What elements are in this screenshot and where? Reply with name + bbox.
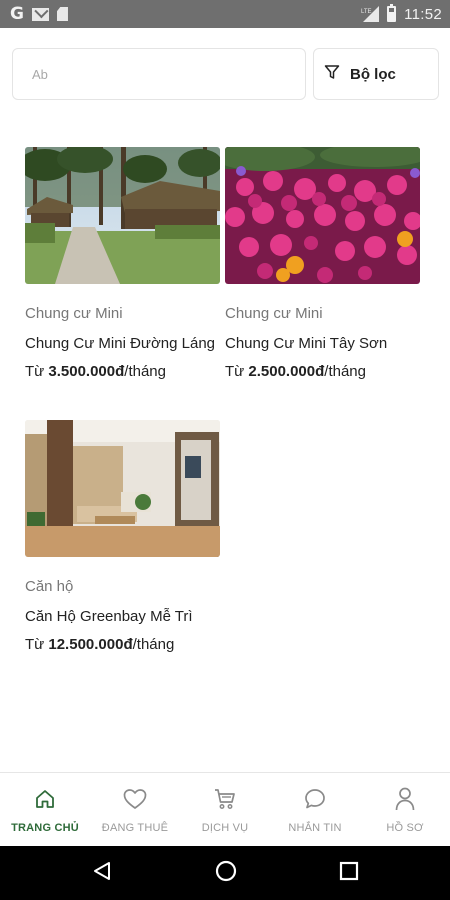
battery-icon	[387, 4, 397, 22]
network-label: LTE	[361, 9, 372, 15]
status-bar: G LTE 11:52	[0, 0, 450, 28]
chat-icon	[303, 786, 327, 812]
listing-category: Chung cư Mini	[25, 305, 123, 322]
status-left: G	[10, 4, 68, 24]
nav-item-renting[interactable]: ĐANG THUÊ	[90, 773, 180, 846]
price-prefix: Từ	[25, 636, 49, 653]
price-value: 3.500.000đ	[48, 363, 125, 380]
person-icon	[394, 786, 416, 812]
filter-label: Bộ lọc	[350, 65, 396, 83]
price-prefix: Từ	[225, 363, 249, 380]
listing-card[interactable]: Chung cư Mini Chung Cư Mini Tây Sơn Từ 2…	[225, 147, 420, 381]
google-icon: G	[10, 4, 24, 24]
listing-name[interactable]: Chung Cư Mini Đường Láng	[25, 334, 220, 354]
nav-label: HỒ SƠ	[386, 822, 424, 834]
listing-card[interactable]: Chung cư Mini Chung Cư Mini Đường Láng T…	[25, 147, 220, 381]
cart-icon	[213, 786, 237, 812]
listing-name[interactable]: Căn Hộ Greenbay Mễ Trì	[25, 607, 220, 627]
signal-icon: LTE	[361, 6, 380, 22]
home-icon	[34, 786, 56, 812]
system-navigation-bar	[0, 846, 450, 900]
listing-card[interactable]: Căn hộ Căn Hộ Greenbay Mễ Trì Từ 12.500.…	[25, 420, 220, 654]
search-box[interactable]	[12, 48, 306, 100]
listing-price: Từ 3.500.000đ/tháng	[25, 362, 220, 381]
status-right: LTE 11:52	[361, 4, 442, 23]
living-room-photo[interactable]	[25, 420, 220, 557]
listing-name[interactable]: Chung Cư Mini Tây Sơn	[225, 334, 420, 354]
back-icon[interactable]	[91, 860, 113, 887]
price-unit: /tháng	[132, 636, 175, 653]
price-unit: /tháng	[124, 363, 166, 380]
nav-item-profile[interactable]: HỒ SƠ	[360, 773, 450, 846]
heart-icon	[122, 786, 148, 812]
pink-flowers-photo[interactable]	[225, 147, 420, 284]
filter-button[interactable]: Bộ lọc	[313, 48, 439, 100]
nav-label: TRANG CHỦ	[11, 822, 79, 834]
search-input[interactable]	[32, 66, 305, 82]
listing-category: Căn hộ	[25, 578, 74, 595]
sd-card-icon	[56, 7, 68, 21]
nav-item-services[interactable]: DỊCH VỤ	[180, 773, 270, 846]
listing-price: Từ 12.500.000đ/tháng	[25, 635, 220, 654]
price-value: 12.500.000đ	[48, 636, 133, 653]
nav-label: NHẮN TIN	[288, 822, 342, 834]
gmail-icon	[31, 7, 49, 21]
status-time: 11:52	[404, 5, 442, 23]
price-value: 2.500.000đ	[248, 363, 325, 380]
bottom-navigation: TRANG CHỦ ĐANG THUÊ DỊCH VỤ NHẮN TIN HỒ …	[0, 772, 450, 846]
price-prefix: Từ	[25, 363, 49, 380]
listing-price: Từ 2.500.000đ/tháng	[225, 362, 420, 381]
home-circle-icon[interactable]	[214, 859, 238, 888]
filter-icon	[324, 64, 340, 85]
price-unit: /tháng	[324, 363, 366, 380]
nav-label: ĐANG THUÊ	[101, 822, 169, 834]
listing-category: Chung cư Mini	[225, 305, 323, 322]
nav-item-home[interactable]: TRANG CHỦ	[0, 773, 90, 846]
nav-label: DỊCH VỤ	[201, 822, 249, 834]
pine-forest-cabin-photo[interactable]	[25, 147, 220, 284]
recents-icon[interactable]	[339, 861, 359, 886]
nav-item-messages[interactable]: NHẮN TIN	[270, 773, 360, 846]
